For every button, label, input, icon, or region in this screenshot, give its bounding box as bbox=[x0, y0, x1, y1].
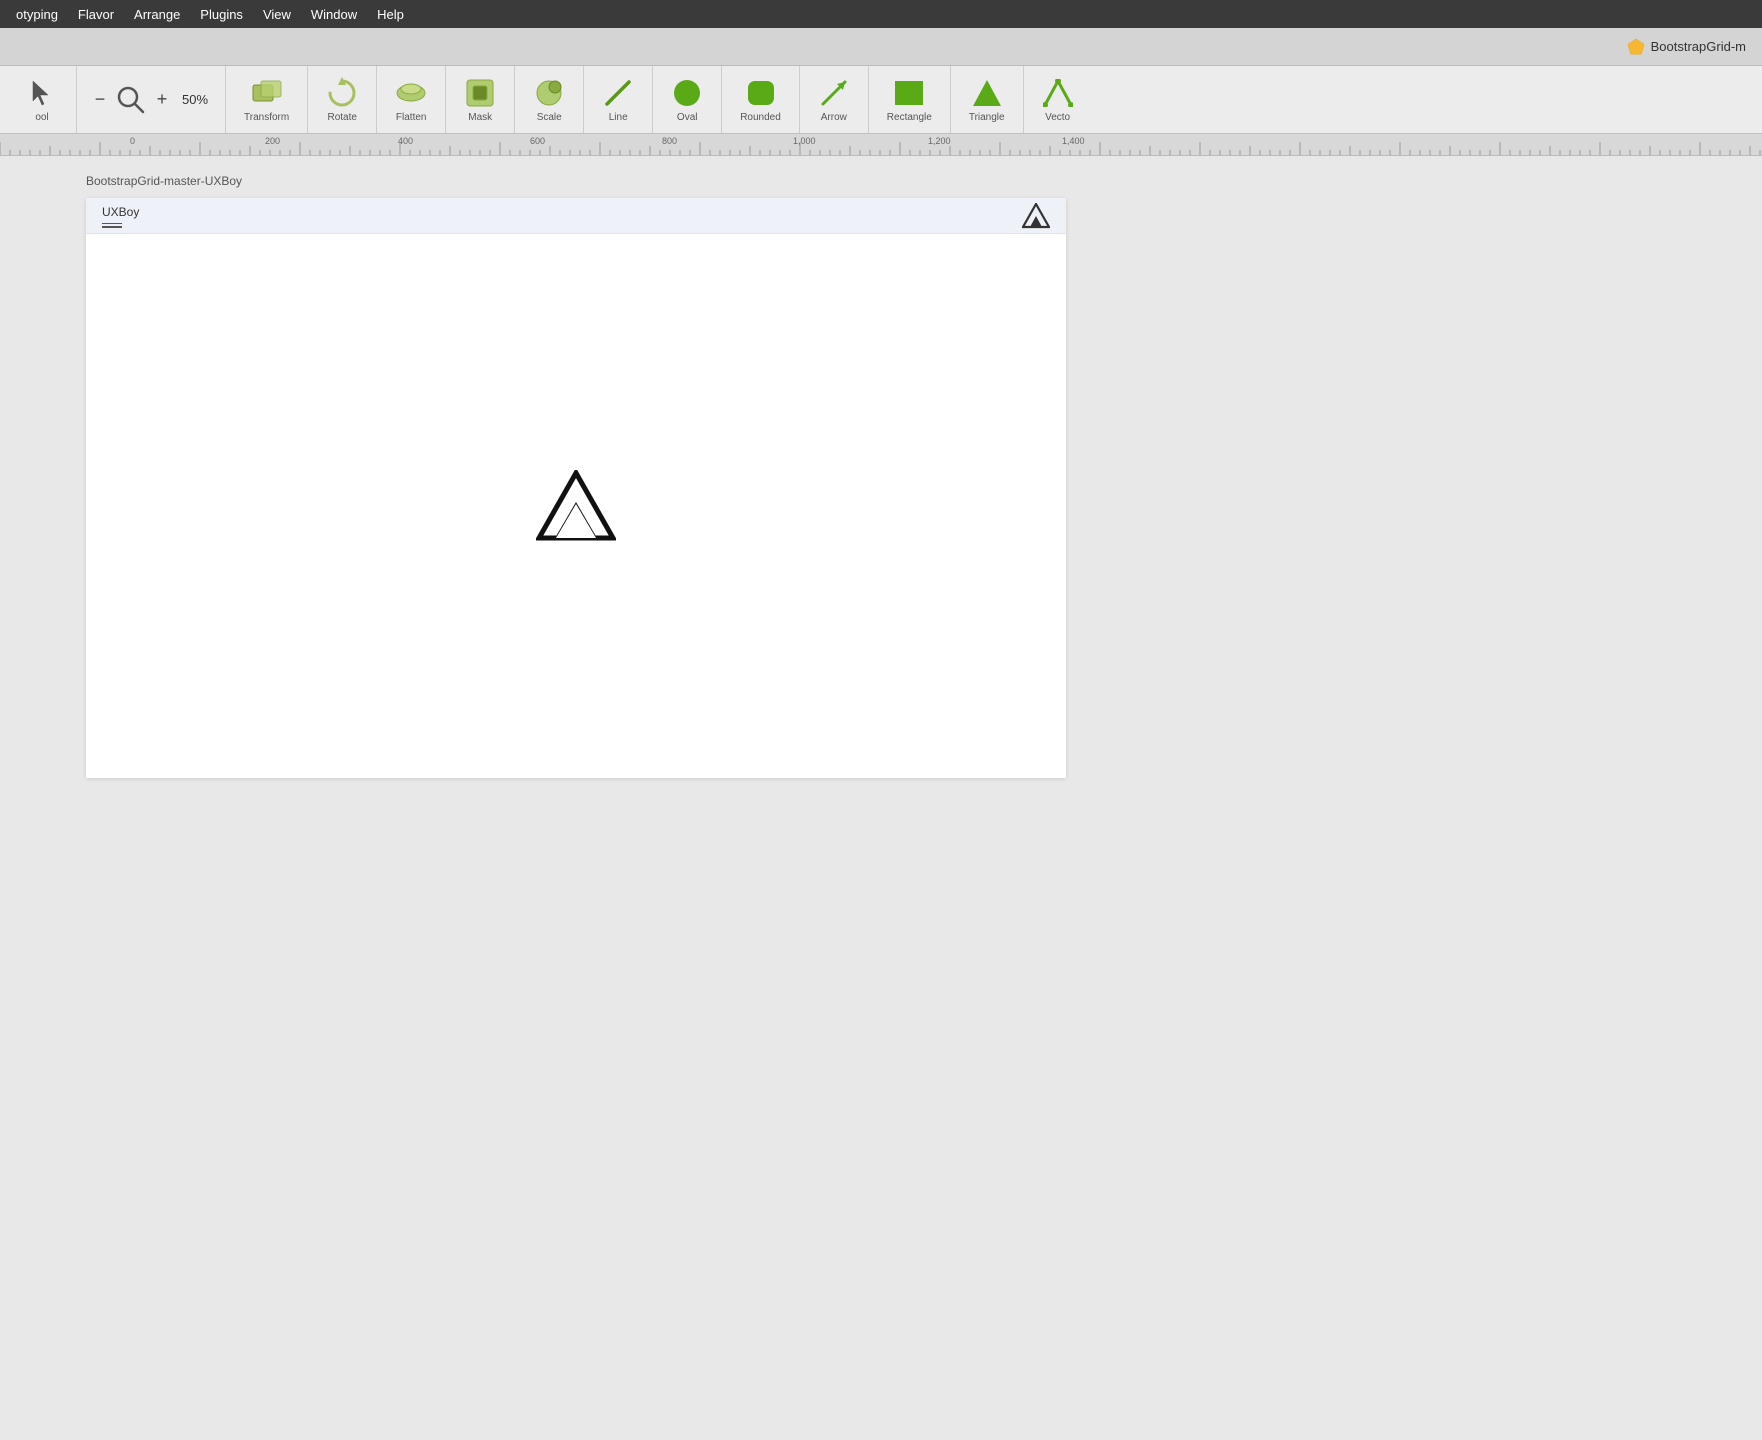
ruler-label-1200: 1,200 bbox=[928, 136, 951, 146]
oval-label: Oval bbox=[677, 112, 698, 123]
artboard-header-title: UXBoy bbox=[102, 205, 139, 224]
mask-button[interactable]: Mask bbox=[454, 73, 506, 127]
ruler: (function() { const svg = document.curre… bbox=[0, 134, 1762, 156]
line-icon bbox=[602, 77, 634, 109]
triangle-button[interactable]: Triangle bbox=[959, 73, 1015, 127]
line-label: Line bbox=[609, 112, 628, 123]
uxboy-logo bbox=[536, 470, 616, 542]
ruler-label-1400: 1,400 bbox=[1062, 136, 1085, 146]
oval-group: Oval bbox=[653, 66, 722, 133]
vector-icon bbox=[1042, 77, 1074, 109]
title-bar-content: BootstrapGrid-m bbox=[1627, 38, 1746, 56]
tool-icon bbox=[26, 77, 58, 109]
ruler-label-600: 600 bbox=[530, 136, 545, 146]
rectangle-label: Rectangle bbox=[887, 112, 932, 123]
scale-label: Scale bbox=[537, 112, 562, 123]
rotate-icon bbox=[326, 77, 358, 109]
flatten-icon bbox=[395, 77, 427, 109]
triangle-icon bbox=[971, 77, 1003, 109]
mask-icon bbox=[464, 77, 496, 109]
artboard-header-icon bbox=[1022, 202, 1050, 230]
rounded-group: Rounded bbox=[722, 66, 800, 133]
rounded-icon bbox=[745, 77, 777, 109]
rounded-label: Rounded bbox=[740, 112, 781, 123]
rotate-label: Rotate bbox=[327, 112, 356, 123]
menu-item-window[interactable]: Window bbox=[303, 5, 365, 24]
arrow-icon bbox=[818, 77, 850, 109]
mask-label: Mask bbox=[468, 112, 492, 123]
menu-item-help[interactable]: Help bbox=[369, 5, 412, 24]
oval-button[interactable]: Oval bbox=[661, 73, 713, 127]
vector-button[interactable]: Vecto bbox=[1032, 73, 1084, 127]
toolbar: ool − + 50% Transform bbox=[0, 66, 1762, 134]
rotate-button[interactable]: Rotate bbox=[316, 73, 368, 127]
title-bar: BootstrapGrid-m bbox=[0, 28, 1762, 66]
sketch-logo-icon bbox=[1627, 38, 1645, 56]
menu-bar: otyping Flavor Arrange Plugins View Wind… bbox=[0, 0, 1762, 28]
flatten-group: Flatten bbox=[377, 66, 446, 133]
canvas-area: BootstrapGrid-master-UXBoy UXBoy bbox=[0, 156, 1762, 1440]
uxboy-header-icon bbox=[1022, 203, 1050, 229]
artboard-header-title-wrap: UXBoy bbox=[102, 203, 139, 228]
menu-item-arrange[interactable]: Arrange bbox=[126, 5, 188, 24]
window-title: BootstrapGrid-m bbox=[1651, 39, 1746, 54]
mask-group: Mask bbox=[446, 66, 515, 133]
zoom-value: 50% bbox=[177, 92, 213, 107]
transform-icon bbox=[251, 77, 283, 109]
ruler-label-0: 0 bbox=[130, 136, 135, 146]
triangle-group: Triangle bbox=[951, 66, 1024, 133]
zoom-group: − + 50% bbox=[77, 66, 226, 133]
artboard-label: BootstrapGrid-master-UXBoy bbox=[86, 174, 242, 188]
scale-icon bbox=[533, 77, 565, 109]
vector-label: Vecto bbox=[1045, 112, 1070, 123]
artboard-title-underline bbox=[102, 226, 122, 228]
arrow-group: Arrow bbox=[800, 66, 869, 133]
scale-button[interactable]: Scale bbox=[523, 73, 575, 127]
arrow-button[interactable]: Arrow bbox=[808, 73, 860, 127]
menu-item-otyping[interactable]: otyping bbox=[8, 5, 66, 24]
rounded-button[interactable]: Rounded bbox=[730, 73, 791, 127]
arrow-label: Arrow bbox=[821, 112, 847, 123]
line-group: Line bbox=[584, 66, 653, 133]
zoom-icon bbox=[115, 84, 147, 116]
rotate-group: Rotate bbox=[308, 66, 377, 133]
rectangle-group: Rectangle bbox=[869, 66, 951, 133]
menu-item-plugins[interactable]: Plugins bbox=[192, 5, 251, 24]
artboard-header: UXBoy bbox=[86, 198, 1066, 234]
rectangle-icon bbox=[893, 77, 925, 109]
artboard-content bbox=[86, 234, 1066, 778]
ruler-label-800: 800 bbox=[662, 136, 677, 146]
menu-item-view[interactable]: View bbox=[255, 5, 299, 24]
flatten-button[interactable]: Flatten bbox=[385, 73, 437, 127]
flatten-label: Flatten bbox=[396, 112, 427, 123]
transform-group: Transform bbox=[226, 66, 308, 133]
transform-button[interactable]: Transform bbox=[234, 73, 299, 127]
tool-label: ool bbox=[35, 112, 48, 123]
ruler-label-400: 400 bbox=[398, 136, 413, 146]
scale-group: Scale bbox=[515, 66, 584, 133]
vector-group: Vecto bbox=[1024, 66, 1092, 133]
zoom-in-button[interactable]: + bbox=[151, 89, 173, 111]
rectangle-button[interactable]: Rectangle bbox=[877, 73, 942, 127]
cursor-icon bbox=[28, 79, 56, 107]
oval-icon bbox=[671, 77, 703, 109]
artboard: UXBoy bbox=[86, 198, 1066, 778]
transform-label: Transform bbox=[244, 112, 289, 123]
menu-item-flavor[interactable]: Flavor bbox=[70, 5, 122, 24]
line-button[interactable]: Line bbox=[592, 73, 644, 127]
ruler-label-200: 200 bbox=[265, 136, 280, 146]
tool-group: ool bbox=[8, 66, 77, 133]
ruler-label-1000: 1,000 bbox=[793, 136, 816, 146]
tool-btn[interactable]: ool bbox=[16, 73, 68, 127]
triangle-label: Triangle bbox=[969, 112, 1005, 123]
zoom-out-button[interactable]: − bbox=[89, 89, 111, 111]
